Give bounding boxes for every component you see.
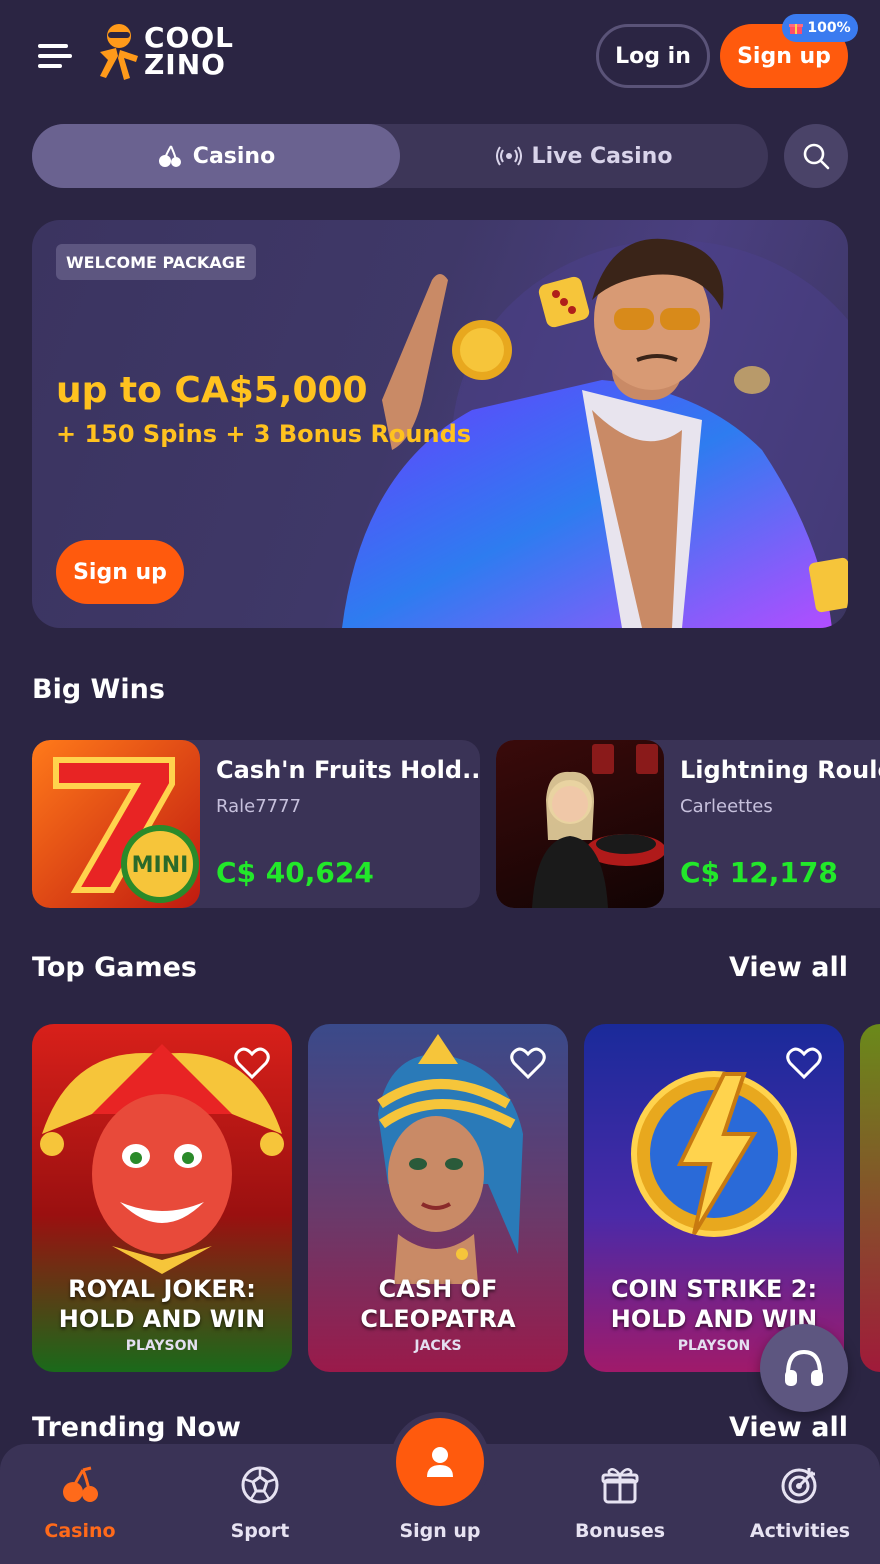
favorite-heart-icon[interactable] [510, 1046, 546, 1080]
game-title: CASH OF CLEOPATRA [360, 1275, 516, 1333]
game-card-royal-joker[interactable]: ROYAL JOKER: HOLD AND WIN PLAYSON [32, 1024, 292, 1372]
game-thumbnail: MINI [32, 740, 200, 908]
trending-view-all-link[interactable]: View all [729, 1412, 848, 1443]
user-icon [427, 1447, 453, 1477]
broadcast-icon [495, 146, 522, 166]
favorite-heart-icon[interactable] [234, 1046, 270, 1080]
promo-subtitle: + 150 Spins + 3 Bonus Rounds [56, 420, 472, 448]
tab-casino[interactable]: Casino [32, 124, 400, 188]
win-game-name: Lightning Roule [680, 756, 880, 784]
signup-fab-button[interactable] [396, 1418, 484, 1506]
nav-item-bonuses[interactable]: Bonuses [532, 1444, 708, 1564]
promo-signup-button[interactable]: Sign up [56, 540, 184, 604]
top-games-title: Top Games [32, 952, 198, 983]
game-card-partial[interactable] [860, 1024, 880, 1372]
cherries-icon [63, 1466, 98, 1502]
win-amount: C$ 12,178 [680, 856, 838, 889]
headphones-icon [785, 1349, 823, 1386]
logo-text: COOL ZINO [144, 21, 234, 81]
gift-icon [789, 24, 804, 34]
promo-amount: up to CA$5,000 [56, 370, 368, 411]
live-dealer-illustration [532, 744, 664, 908]
target-icon [781, 1468, 817, 1504]
big-wins-title: Big Wins [32, 674, 165, 705]
game-card-cash-of-cleopatra[interactable]: CASH OF CLEOPATRA JACKS [308, 1024, 568, 1372]
logo-mascot-icon [100, 24, 138, 80]
big-win-card[interactable]: MINI Cash'n Fruits Hold... Rale7777 C$ 4… [32, 740, 480, 908]
gift-icon [601, 1467, 639, 1504]
game-thumbnail [496, 740, 664, 908]
login-button[interactable]: Log in [596, 24, 710, 88]
support-chat-button[interactable] [760, 1324, 848, 1412]
cherries-icon [158, 145, 181, 167]
category-tabs: Casino Live Casino [32, 124, 768, 188]
favorite-heart-icon[interactable] [786, 1046, 822, 1080]
trending-now-title: Trending Now [32, 1412, 241, 1443]
win-username: Rale7777 [216, 796, 302, 817]
nav-item-sport[interactable]: Sport [172, 1444, 348, 1564]
game-provider: JACKS [414, 1338, 462, 1354]
game-card-coin-strike-2[interactable]: COIN STRIKE 2: HOLD AND WIN PLAYSON [584, 1024, 844, 1372]
big-win-card[interactable]: Lightning Roule Carleettes C$ 12,178 [496, 740, 880, 908]
game-provider: PLAYSON [125, 1338, 199, 1354]
top-games-view-all-link[interactable]: View all [729, 952, 848, 983]
nav-item-casino[interactable]: Casino [0, 1444, 168, 1564]
logo[interactable]: COOL ZINO [96, 22, 246, 82]
win-game-name: Cash'n Fruits Hold... [216, 756, 480, 784]
bonus-badge: 100% [782, 14, 858, 42]
search-button[interactable] [784, 124, 848, 188]
promo-banner[interactable]: WELCOME PACKAGE up to CA$5,000 + 150 Spi… [32, 220, 848, 628]
search-icon [803, 143, 830, 170]
game-title: ROYAL JOKER: HOLD AND WIN [58, 1275, 266, 1333]
tab-live-casino[interactable]: Live Casino [400, 124, 768, 188]
soccer-ball-icon [241, 1466, 279, 1504]
win-amount: C$ 40,624 [216, 856, 374, 889]
svg-text:MINI: MINI [132, 853, 189, 878]
nav-item-activities[interactable]: Activities [712, 1444, 880, 1564]
lucky-seven-icon: MINI [53, 757, 199, 903]
win-username: Carleettes [680, 796, 773, 817]
promo-tag: WELCOME PACKAGE [56, 244, 256, 280]
menu-icon[interactable] [38, 44, 72, 70]
